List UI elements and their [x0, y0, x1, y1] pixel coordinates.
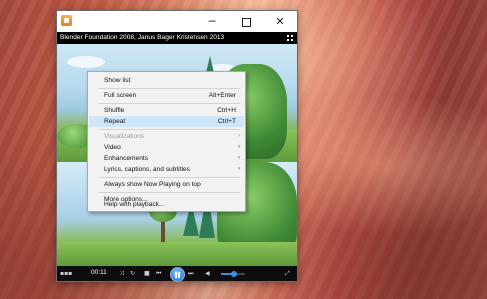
menu-separator [98, 103, 240, 104]
close-button[interactable]: ✕ [263, 11, 297, 32]
menu-item-label: Lyrics, captions, and subtitles [104, 166, 190, 173]
menu-item-repeat[interactable]: Repeat Ctrl+T [89, 116, 244, 127]
minimize-button[interactable]: ─ [195, 11, 229, 32]
progress-dots-icon: ▪▪▪ [60, 270, 73, 277]
volume-slider-thumb[interactable] [231, 271, 238, 277]
menu-item-label: Help with playback... [104, 201, 165, 208]
menu-item-shortcut: Ctrl+H [217, 107, 236, 114]
menu-item-shortcut: Alt+Enter [208, 92, 236, 99]
menu-item-visualizations[interactable]: Visualizations › [89, 131, 244, 142]
title-bar[interactable]: ─ ✕ [57, 11, 297, 32]
menu-item-shuffle[interactable]: Shuffle Ctrl+H [89, 105, 244, 116]
menu-item-video[interactable]: Video › [89, 142, 244, 153]
menu-item-always-on-top[interactable]: Always show Now Playing on top [89, 179, 244, 190]
menu-item-label: Video [104, 144, 121, 151]
menu-item-label: Shuffle [104, 107, 125, 114]
menu-item-enhancements[interactable]: Enhancements › [89, 153, 244, 164]
repeat-button[interactable]: ↻ [130, 270, 135, 277]
menu-item-label: Always show Now Playing on top [104, 181, 201, 188]
menu-item-show-list[interactable]: Show list [89, 75, 244, 86]
submenu-arrow-icon: › [238, 144, 240, 150]
video-caption: Blender Foundation 2008, Janus Bager Kri… [60, 34, 225, 41]
menu-item-label: Repeat [104, 118, 126, 125]
menu-item-full-screen[interactable]: Full screen Alt+Enter [89, 90, 244, 101]
switch-to-library-icon[interactable] [287, 35, 293, 41]
playback-controls: ▪▪▪ 00:11 ⤨ ↻ ■ ⏮ ⏭ ◀ ⤢ [57, 266, 297, 282]
previous-button[interactable]: ⏮ [156, 270, 161, 277]
maximize-icon [241, 17, 251, 27]
next-button[interactable]: ⏭ [188, 270, 193, 277]
menu-separator [98, 192, 240, 193]
menu-item-help-with-playback[interactable]: Help with playback... [89, 199, 244, 210]
menu-item-lyrics-captions-subtitles[interactable]: Lyrics, captions, and subtitles › [89, 164, 244, 175]
menu-item-shortcut: Ctrl+T [217, 118, 236, 125]
menu-separator [98, 129, 240, 130]
media-player-app-icon [61, 15, 72, 26]
menu-separator [98, 88, 240, 89]
menu-item-label: Enhancements [104, 155, 148, 162]
volume-slider[interactable] [221, 271, 245, 277]
cloud-shape [67, 56, 105, 68]
menu-separator [98, 177, 240, 178]
context-menu: Show list Full screen Alt+Enter Shuffle … [87, 71, 246, 212]
submenu-arrow-icon: › [238, 155, 240, 161]
elapsed-time: 00:11 [91, 269, 107, 276]
fullscreen-button[interactable]: ⤢ [285, 270, 290, 277]
menu-item-label: Full screen [104, 92, 137, 99]
stop-button[interactable]: ■ [144, 270, 150, 277]
menu-item-label: Visualizations [104, 133, 145, 140]
mute-button[interactable]: ◀ [205, 270, 210, 277]
menu-item-label: Show list [104, 77, 131, 84]
shuffle-button[interactable]: ⤨ [119, 270, 124, 277]
grass-field [57, 242, 297, 266]
submenu-arrow-icon: › [238, 166, 240, 172]
pause-button[interactable] [170, 267, 185, 282]
now-playing-header: Blender Foundation 2008, Janus Bager Kri… [57, 32, 297, 44]
maximize-button[interactable] [229, 11, 263, 32]
submenu-arrow-icon: › [238, 133, 240, 139]
